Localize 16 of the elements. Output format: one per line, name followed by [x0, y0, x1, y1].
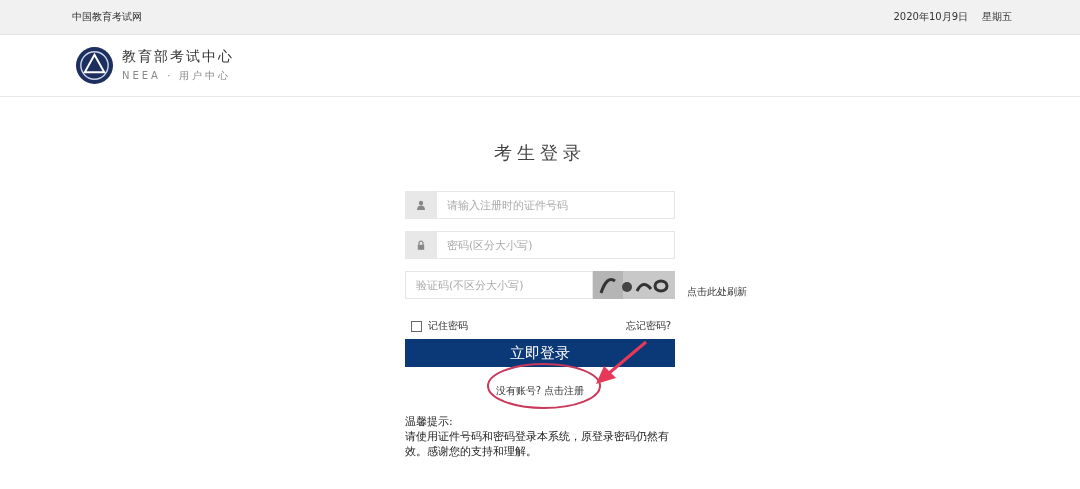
brand-name: 教育部考试中心 — [122, 48, 234, 66]
brand-subtitle: NEEA · 用户中心 — [122, 69, 233, 83]
refresh-link[interactable]: 点击此处刷新 — [687, 285, 747, 299]
input-field[interactable]: 请输入注册时的证件号码 — [437, 191, 675, 219]
tips-title: 温馨提示: — [405, 414, 454, 429]
forgot-password-link[interactable]: 忘记密码? — [625, 319, 671, 333]
tips-text: 请使用证件号码和密码登录本系统，原登录密码仍然有效。感谢您的支持和理解。 — [405, 429, 670, 459]
login-button[interactable]: 立即登录 — [405, 339, 675, 367]
date-text: 2020年10月9日 — [893, 10, 968, 24]
login-title: 考生登录 — [493, 141, 587, 165]
site-link[interactable]: 中国教育考试网 — [72, 10, 142, 24]
input-field[interactable]: 密码(区分大小写) — [437, 231, 675, 259]
register-link[interactable]: 没有账号? 点击注册 — [495, 385, 585, 396]
remember-label[interactable]: 记住密码 — [428, 319, 468, 333]
weekday-text: 星期五 — [982, 10, 1012, 24]
captcha-field[interactable]: 验证码(不区分大小写) — [405, 271, 593, 299]
